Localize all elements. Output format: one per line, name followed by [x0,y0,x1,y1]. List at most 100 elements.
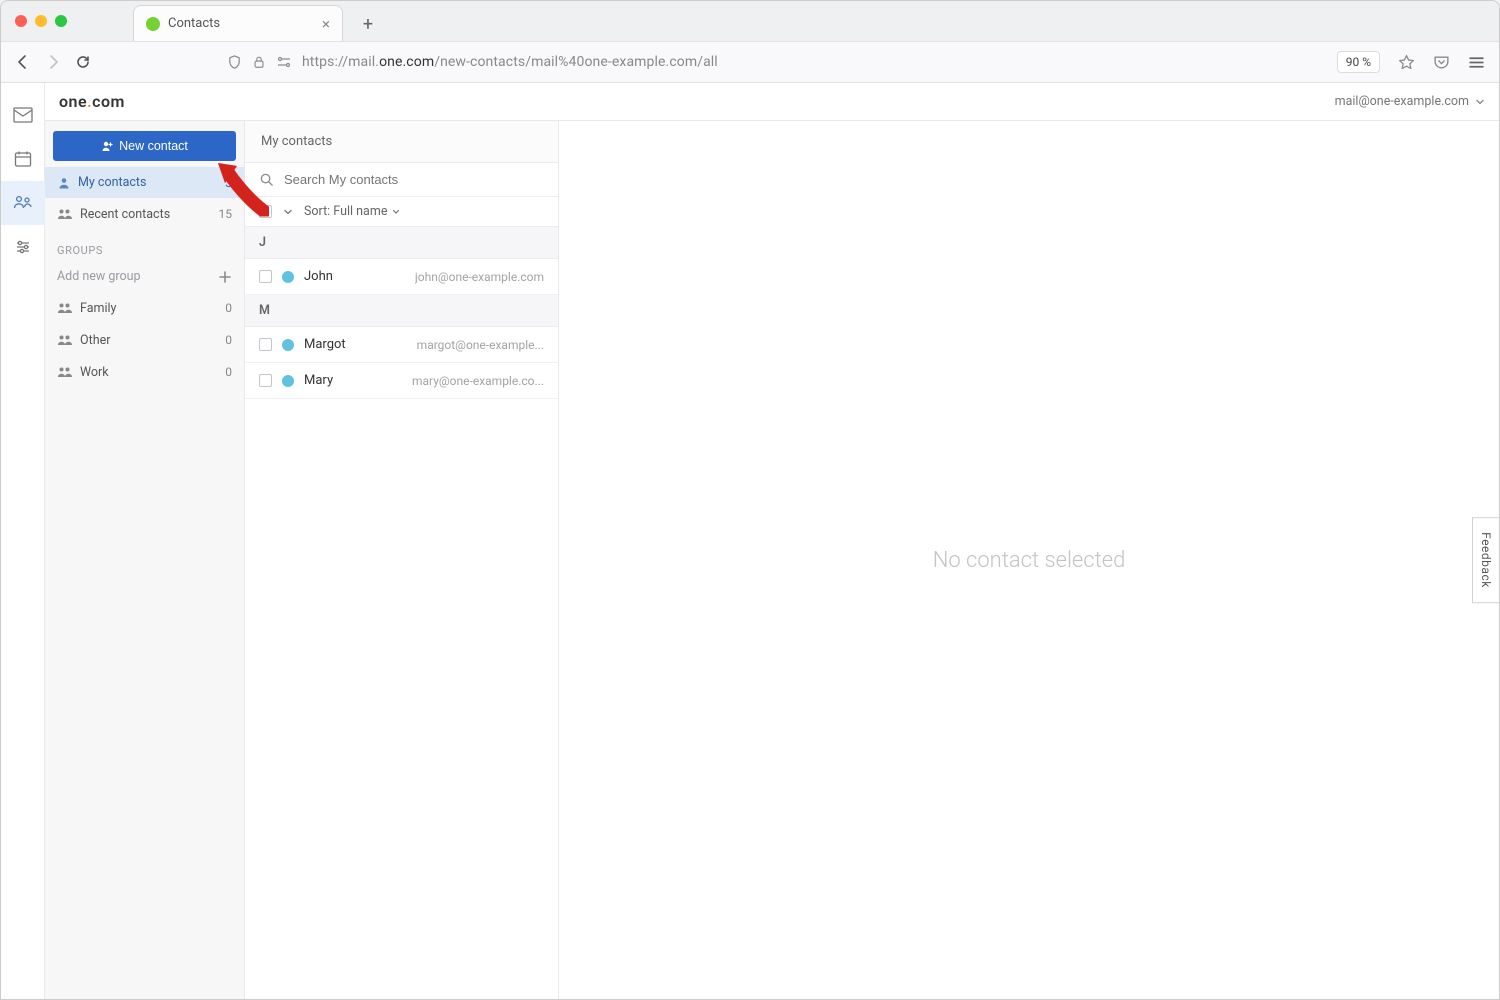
my-contacts-count: 3 [225,176,232,190]
shield-icon [227,55,242,70]
sort-dropdown[interactable]: Sort: Full name [304,204,401,219]
account-email: mail@one-example.com [1335,94,1469,109]
group-icon [57,332,73,348]
calendar-icon [14,150,32,168]
contact-row[interactable]: John john@one-example.com [245,259,558,295]
mail-icon [13,107,33,123]
nav-back-button[interactable] [15,54,31,70]
row-checkbox[interactable] [259,338,272,351]
list-title: My contacts [245,121,558,163]
contact-email: mary@one-example.co... [412,374,544,388]
group-family-label: Family [80,301,116,316]
chevron-down-icon[interactable] [282,206,294,218]
avatar-dot [282,339,294,351]
group-icon [57,300,73,316]
person-icon [57,176,71,190]
chevron-down-icon [1475,97,1485,107]
sort-row: Sort: Full name [245,197,558,227]
browser-window: Contacts × + https://mail.one.com/ [0,0,1500,1000]
nav-reload-button[interactable] [75,54,91,70]
main-area: one.com mail@one-example.com New contact [45,83,1499,999]
reload-icon [75,54,91,70]
group-other-label: Other [80,333,110,348]
add-person-icon [101,140,113,152]
rail-settings[interactable] [1,225,45,269]
rail-calendar[interactable] [1,137,45,181]
sort-label: Sort: Full name [304,204,387,219]
logo: one.com [59,92,125,111]
contact-list-column: My contacts Sort: Full name J [245,121,559,999]
browser-titlebar: Contacts × + [1,1,1499,41]
tab-title: Contacts [168,16,220,31]
group-icon [57,364,73,380]
search-input[interactable] [284,172,544,187]
avatar-dot [282,375,294,387]
sidebar-my-contacts[interactable]: My contacts 3 [45,167,244,198]
webmail-app: one.com mail@one-example.com New contact [1,83,1499,999]
group-work-count: 0 [225,365,232,379]
plus-icon [218,270,232,284]
avatar-dot [282,271,294,283]
pocket-icon[interactable] [1433,54,1450,71]
contact-email: margot@one-example... [417,338,544,352]
sidebar-recent-contacts[interactable]: Recent contacts 15 [45,198,244,230]
detail-column: No contact selected [559,121,1499,999]
add-group-button[interactable]: Add new group [45,261,244,292]
search-icon [259,172,274,187]
permissions-icon [276,55,292,69]
new-tab-button[interactable]: + [353,9,383,39]
rail-mail[interactable] [1,93,45,137]
contact-name: John [304,269,333,284]
contact-name: Margot [304,337,346,352]
row-checkbox[interactable] [259,374,272,387]
group-family[interactable]: Family 0 [45,292,244,324]
sliders-icon [14,238,32,256]
browser-toolbar: https://mail.one.com/new-contacts/mail%4… [1,41,1499,83]
contact-email: john@one-example.com [415,270,544,284]
group-other[interactable]: Other 0 [45,324,244,356]
hamburger-menu-icon[interactable] [1468,54,1485,71]
lock-icon [252,55,266,69]
arrow-right-icon [45,54,61,70]
browser-tab[interactable]: Contacts × [133,5,343,41]
select-all-checkbox[interactable] [259,205,272,218]
recent-contacts-count: 15 [219,207,233,221]
groups-heading: GROUPS [45,230,244,261]
contact-row[interactable]: Margot margot@one-example... [245,327,558,363]
window-zoom-icon[interactable] [55,15,67,27]
group-work[interactable]: Work 0 [45,356,244,388]
chevron-down-icon [391,207,401,217]
window-minimize-icon[interactable] [35,15,47,27]
search-row [245,163,558,197]
app-header: one.com mail@one-example.com [45,83,1499,121]
section-header-m: M [245,295,558,327]
empty-state-text: No contact selected [933,548,1126,573]
arrow-left-icon [15,54,31,70]
feedback-tab[interactable]: Feedback [1472,517,1499,603]
zoom-level[interactable]: 90 % [1337,51,1380,73]
group-work-label: Work [80,365,109,380]
contacts-icon [13,194,33,212]
nav-rail [1,83,45,999]
group-other-count: 0 [225,333,232,347]
tab-close-icon[interactable]: × [322,15,330,33]
contacts-sidebar: New contact My contacts 3 Recent [45,121,245,999]
nav-forward-button[interactable] [45,54,61,70]
recent-contacts-label: Recent contacts [80,207,170,222]
address-bar[interactable]: https://mail.one.com/new-contacts/mail%4… [107,54,1321,70]
my-contacts-label: My contacts [78,175,146,190]
window-close-icon[interactable] [15,15,27,27]
account-menu[interactable]: mail@one-example.com [1335,94,1485,109]
group-family-count: 0 [225,301,232,315]
row-checkbox[interactable] [259,270,272,283]
section-header-j: J [245,227,558,259]
contact-name: Mary [304,373,333,388]
people-icon [57,206,73,222]
rail-contacts[interactable] [1,181,45,225]
new-contact-button[interactable]: New contact [53,131,236,161]
new-contact-label: New contact [119,139,188,153]
url-text: https://mail.one.com/new-contacts/mail%4… [302,54,1321,70]
add-group-label: Add new group [57,269,141,284]
bookmark-star-icon[interactable] [1398,54,1415,71]
contact-row[interactable]: Mary mary@one-example.co... [245,363,558,399]
